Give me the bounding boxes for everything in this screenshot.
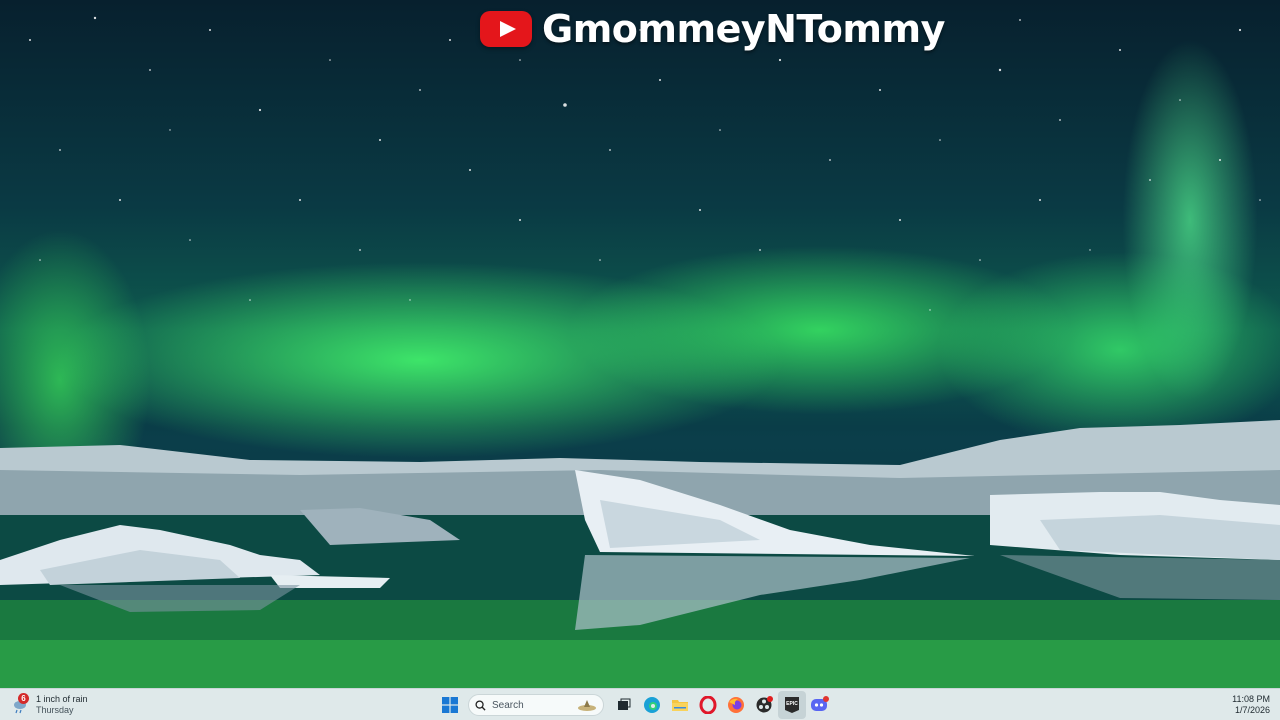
discord-icon[interactable] bbox=[806, 691, 834, 719]
search-highlight-icon bbox=[578, 700, 596, 711]
taskbar-search[interactable]: Search bbox=[468, 694, 604, 716]
search-placeholder: Search bbox=[492, 699, 524, 711]
taskbar: 6 1 inch of rain Thursday Search EPIC 11… bbox=[0, 688, 1280, 720]
svg-text:EPIC: EPIC bbox=[786, 701, 798, 707]
weather-summary: 1 inch of rain bbox=[36, 694, 88, 704]
channel-watermark: GmommeyNTommy bbox=[480, 6, 945, 52]
edge-browser-icon[interactable] bbox=[638, 691, 666, 719]
obs-record-icon[interactable] bbox=[750, 691, 778, 719]
clock-date: 1/7/2026 bbox=[1234, 705, 1270, 715]
youtube-logo-icon bbox=[480, 11, 532, 47]
clock-time: 11:08 PM bbox=[1232, 694, 1270, 704]
taskbar-center: Search EPIC bbox=[436, 691, 834, 719]
weather-widget[interactable]: 6 1 inch of rain Thursday bbox=[12, 691, 88, 719]
firefox-icon[interactable] bbox=[722, 691, 750, 719]
weather-alert-badge: 6 bbox=[18, 693, 29, 704]
desktop-wallpaper: GmommeyNTommy bbox=[0, 0, 1280, 688]
task-view-icon[interactable] bbox=[610, 691, 638, 719]
search-icon bbox=[475, 699, 486, 711]
weather-day: Thursday bbox=[36, 705, 74, 715]
glacier-landscape bbox=[0, 420, 1280, 688]
channel-name: GmommeyNTommy bbox=[542, 7, 945, 51]
opera-browser-icon[interactable] bbox=[694, 691, 722, 719]
folder-icon[interactable] bbox=[666, 691, 694, 719]
epic-games-icon[interactable]: EPIC bbox=[778, 691, 806, 719]
windows-start-icon[interactable] bbox=[436, 691, 464, 719]
system-clock[interactable]: 11:08 PM 1/7/2026 bbox=[1232, 692, 1270, 718]
rain-cloud-icon: 6 bbox=[12, 693, 30, 714]
